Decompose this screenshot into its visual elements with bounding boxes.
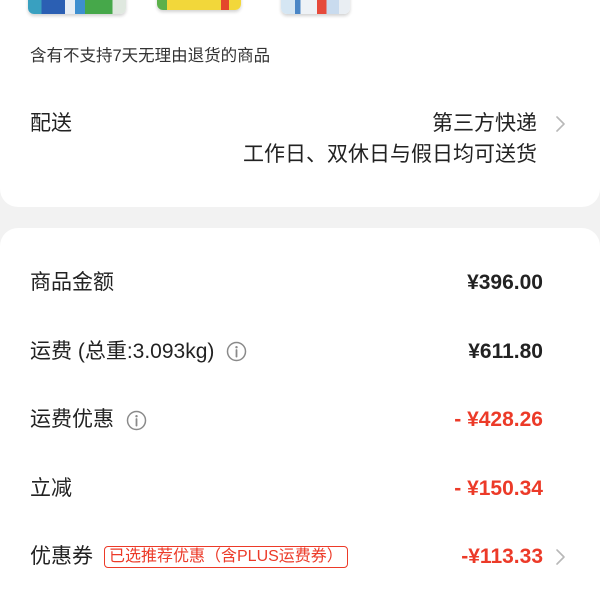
instant-discount-label: 立减 (30, 476, 72, 500)
order-items-card: 含有不支持7天无理由退货的商品 配送 第三方快递 工作日、双休日与假日均可送货 (0, 0, 600, 207)
coupon-badge: 已选推荐优惠（含PLUS运费券） (104, 546, 348, 569)
shipping-fee-value: ¥611.80 (468, 339, 543, 363)
summary-row-goods-amount: 商品金额 ¥396.00 (0, 249, 600, 318)
shipping-fee-label: 运费 (总重:3.093kg) (30, 339, 215, 363)
product-thumbnail[interactable] (28, 0, 126, 14)
coupon-label: 优惠券 (30, 545, 93, 569)
summary-row-shipping-discount: 运费优惠 - ¥428.26 (0, 386, 600, 455)
instant-discount-value: - ¥150.34 (454, 476, 543, 500)
summary-row-coupon[interactable]: 优惠券 已选推荐优惠（含PLUS运费券） -¥113.33 (0, 523, 600, 592)
goods-amount-label: 商品金额 (30, 271, 114, 295)
goods-amount-value: ¥396.00 (467, 271, 543, 295)
coupon-value: -¥113.33 (461, 545, 543, 569)
price-summary-card: 商品金额 ¥396.00 运费 (总重:3.093kg) ¥611.80 运费优… (0, 228, 600, 600)
return-policy-notice: 含有不支持7天无理由退货的商品 (30, 47, 271, 65)
delivery-note: 工作日、双休日与假日均可送货 (243, 143, 537, 166)
summary-row-instant-discount: 立减 - ¥150.34 (0, 455, 600, 524)
shipping-discount-label: 运费优惠 (30, 408, 114, 432)
chevron-right-icon (555, 548, 566, 566)
delivery-label: 配送 (30, 112, 72, 135)
chevron-right-icon (555, 115, 566, 133)
info-icon[interactable] (126, 410, 147, 431)
delivery-info: 第三方快递 工作日、双休日与假日均可送货 (243, 112, 537, 167)
shipping-discount-value: - ¥428.26 (454, 408, 543, 432)
delivery-row[interactable]: 配送 第三方快递 工作日、双休日与假日均可送货 (0, 100, 600, 180)
product-thumbnail[interactable] (157, 0, 241, 10)
summary-row-shipping-fee: 运费 (总重:3.093kg) ¥611.80 (0, 318, 600, 387)
info-icon[interactable] (226, 341, 247, 362)
product-thumbnail[interactable] (281, 0, 350, 14)
delivery-method: 第三方快递 (432, 112, 537, 135)
